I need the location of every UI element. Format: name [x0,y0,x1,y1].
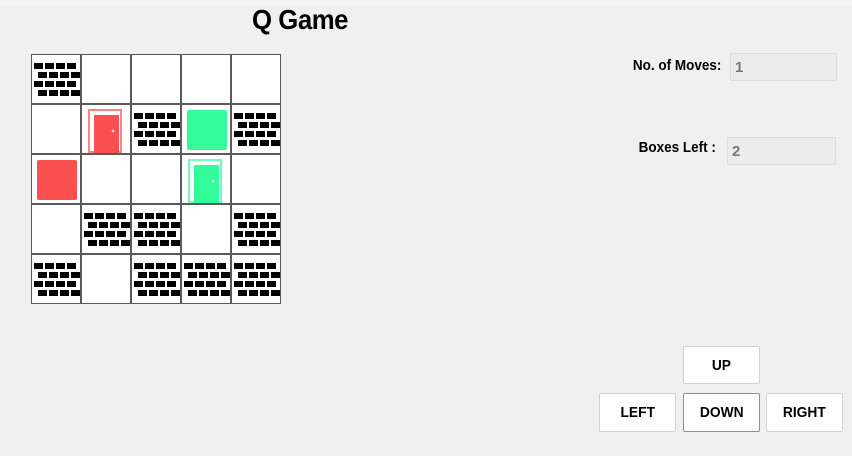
board-cell-0-2 [131,54,181,104]
board-cell-3-2 [131,204,181,254]
board-cell-2-1 [81,154,131,204]
door-icon [88,109,122,153]
down-button-label: DOWN [699,404,744,421]
red-box [37,160,77,200]
board-cell-1-3 [181,104,231,154]
board-cell-4-0 [31,254,81,304]
board-cell-1-2 [131,104,181,154]
board-cell-2-0 [31,154,81,204]
board-cell-1-0 [31,104,81,154]
brick-wall-icon [134,213,180,246]
board-cell-3-0 [31,204,81,254]
down-button[interactable]: DOWN [683,393,760,432]
board-cell-1-1 [81,104,131,154]
right-button-label: RIGHT [783,404,826,421]
brick-wall-icon [234,113,280,146]
brick-wall-icon [234,263,280,296]
game-board [31,54,281,304]
board-cell-1-4 [231,104,281,154]
board-cell-0-4 [231,54,281,104]
brick-wall-icon [134,113,180,146]
left-button-label: LEFT [620,404,655,421]
brick-wall-icon [84,213,130,246]
moves-field: 1 [730,53,837,81]
board-cell-4-1 [81,254,131,304]
board-cell-4-4 [231,254,281,304]
moves-label: No. of Moves: [632,57,721,74]
board-cell-3-3 [181,204,231,254]
board-cell-2-3 [181,154,231,204]
board-cell-3-4 [231,204,281,254]
brick-wall-icon [34,263,80,296]
board-cell-0-3 [181,54,231,104]
window-top-strip [0,0,852,6]
game-title: Q Game [251,4,349,35]
up-button[interactable]: UP [683,346,760,384]
board-cell-4-2 [131,254,181,304]
brick-wall-icon [34,63,80,96]
board-cell-2-2 [131,154,181,204]
left-button[interactable]: LEFT [599,393,676,432]
boxes-left-label: Boxes Left : [638,139,716,156]
right-button[interactable]: RIGHT [766,393,843,432]
brick-wall-icon [184,263,230,296]
board-cell-0-1 [81,54,131,104]
board-cell-3-1 [81,204,131,254]
brick-wall-icon [234,213,280,246]
boxes-left-field: 2 [727,137,836,165]
brick-wall-icon [134,263,180,296]
green-box [187,110,227,150]
board-cell-0-0 [31,54,81,104]
board-cell-4-3 [181,254,231,304]
board-cell-2-4 [231,154,281,204]
up-button-label: UP [711,356,732,374]
door-icon [188,159,222,203]
